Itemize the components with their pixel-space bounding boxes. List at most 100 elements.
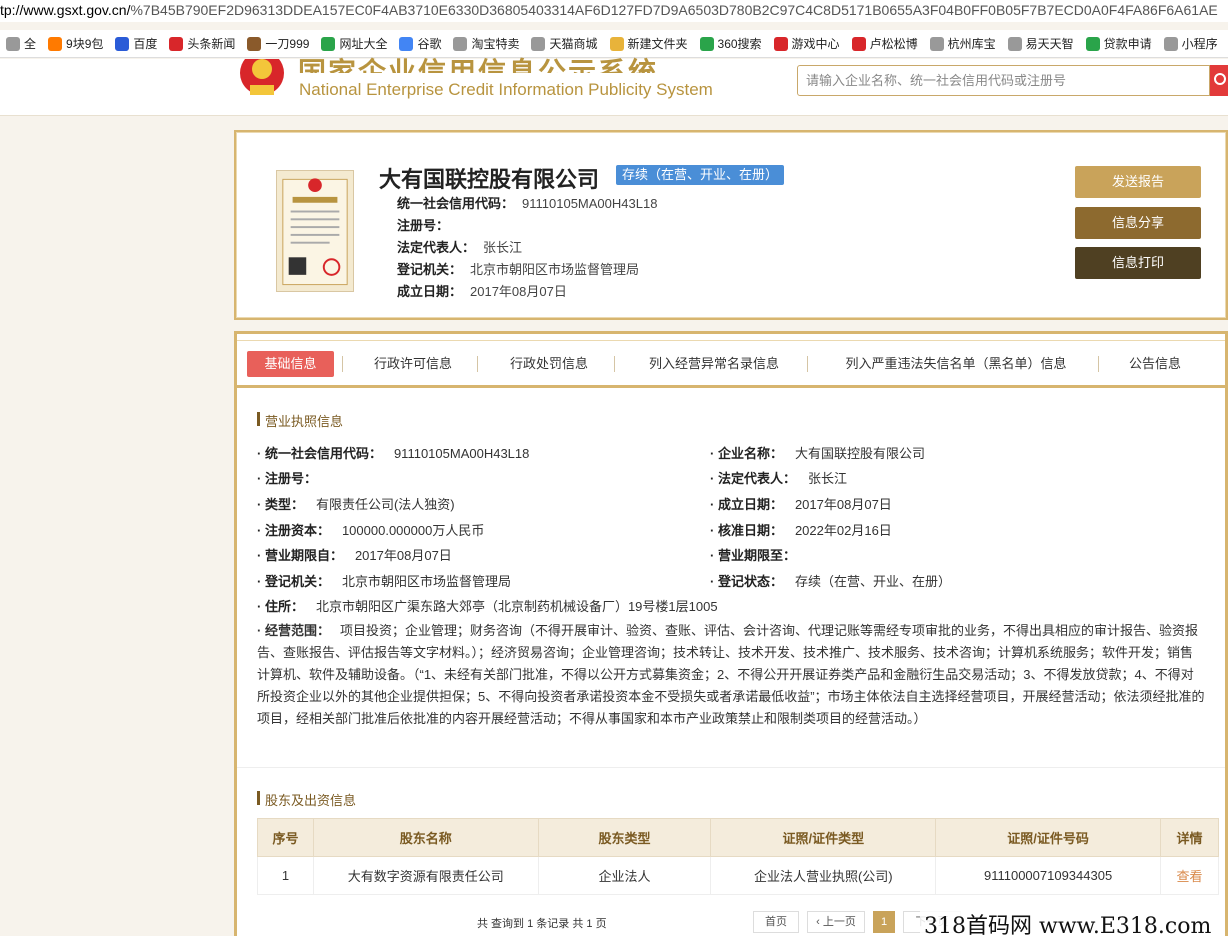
col-header-detail: 详情 <box>1160 818 1219 857</box>
bookmark-label: 游戏中心 <box>791 37 840 51</box>
bookmark-label: 网址大全 <box>339 37 388 51</box>
cell-cert-type: 企业法人营业执照(公司) <box>710 856 937 895</box>
bookmark-item[interactable]: 9块9包 <box>42 35 109 52</box>
license-field-label: · 注册资本： <box>257 523 330 538</box>
bookmark-item[interactable]: 贷款申请 <box>1080 35 1158 52</box>
tab-blacklist[interactable]: 列入严重违法失信名单（黑名单）信息 <box>822 351 1090 377</box>
bookmark-label: 天猫商城 <box>549 37 598 51</box>
license-field-label: · 营业期限至： <box>710 548 796 563</box>
col-header-cert-type: 证照/证件类型 <box>710 818 937 857</box>
license-field-value: 2017年08月07日 <box>354 548 452 563</box>
license-field-value: 张长江 <box>807 471 847 486</box>
license-field: · 注册号： <box>257 468 329 487</box>
view-detail-link[interactable]: 查看 <box>1160 856 1219 895</box>
company-info-row: 注册号： <box>397 215 457 234</box>
col-header-no: 序号 <box>257 818 314 857</box>
globe-icon <box>1163 36 1178 51</box>
search-button[interactable] <box>1210 65 1228 96</box>
license-field-value: 91110105MA00H43L18 <box>393 446 530 461</box>
license-field: · 登记机关： 北京市朝阳区市场监督管理局 <box>257 571 511 590</box>
bookmark-item[interactable]: 一刀999 <box>241 35 315 52</box>
bookmark-item[interactable]: 杭州库宝 <box>924 35 1002 52</box>
tab-separator <box>807 356 808 372</box>
search-icon <box>699 36 714 51</box>
bookmark-label: 杭州库宝 <box>947 37 996 51</box>
license-field-value: 2022年02月16日 <box>794 523 892 538</box>
bookmark-item[interactable]: 天猫商城 <box>525 35 603 52</box>
bookmark-item[interactable]: 小程序 <box>1158 35 1224 52</box>
company-name: 大有国联控股有限公司 <box>379 167 600 192</box>
bookmark-item[interactable]: 360搜索 <box>694 35 768 52</box>
company-info-value: 2017年08月07日 <box>470 284 567 299</box>
site-title-en: National Enterprise Credit Information P… <box>299 80 713 99</box>
tab-separator <box>1098 356 1099 372</box>
license-section-title: 营业执照信息 <box>257 411 343 430</box>
field-address-value: 北京市朝阳区广渠东路大郊亭（北京制药机械设备厂）19号楼1层1005 <box>315 599 718 614</box>
bookmark-item[interactable]: 百度 <box>109 35 163 52</box>
national-emblem-icon <box>240 59 284 95</box>
company-info-row: 统一社会信用代码： 91110105MA00H43L18 <box>397 193 657 212</box>
tab-basic-info[interactable]: 基础信息 <box>247 351 334 377</box>
license-field: · 营业期限自： 2017年08月07日 <box>257 545 452 564</box>
send-report-button[interactable]: 发送报告 <box>1075 166 1201 198</box>
bookmark-label: 易天天智 <box>1025 37 1074 51</box>
company-info-value: 91110105MA00H43L18 <box>522 196 658 211</box>
print-info-button[interactable]: 信息打印 <box>1075 247 1201 279</box>
bookmark-label: 新建文件夹 <box>627 37 688 51</box>
baidu-icon <box>115 36 130 51</box>
bookmark-label: 小程序 <box>1181 37 1218 51</box>
license-field: · 登记状态： 存续（在营、开业、在册） <box>710 571 951 590</box>
bookmark-item[interactable]: 全 <box>0 35 42 52</box>
license-field-value: 100000.000000万人民币 <box>341 523 485 538</box>
current-page-button[interactable]: 1 <box>873 911 895 933</box>
license-field: · 类型： 有限责任公司(法人独资) <box>257 494 455 513</box>
bookmark-label: 全 <box>24 37 37 51</box>
license-field: · 营业期限至： <box>710 545 808 564</box>
tab-admin-license[interactable]: 行政许可信息 <box>358 351 468 377</box>
bookmark-item[interactable]: 头条新闻 <box>163 35 241 52</box>
google-icon <box>399 36 414 51</box>
license-field: · 法定代表人： 张长江 <box>710 468 847 487</box>
company-info-row: 法定代表人： 张长江 <box>397 237 522 256</box>
bookmark-item[interactable]: 新建文件夹 <box>604 35 694 52</box>
prev-page-button[interactable]: ‹ 上一页 <box>807 911 865 933</box>
tab-abnormal-list[interactable]: 列入经营异常名录信息 <box>630 351 798 377</box>
tab-admin-penalty[interactable]: 行政处罚信息 <box>494 351 604 377</box>
company-info-value: 北京市朝阳区市场监督管理局 <box>470 262 640 277</box>
bookmark-item[interactable]: 易天天智 <box>1002 35 1080 52</box>
business-license-icon <box>276 170 354 292</box>
license-field-label: · 成立日期： <box>710 497 783 512</box>
bookmark-item[interactable]: 网址大全 <box>315 35 393 52</box>
bookmark-item[interactable]: 游戏中心 <box>768 35 846 52</box>
game-icon <box>247 36 262 51</box>
bookmark-label: 一刀999 <box>265 37 310 51</box>
company-info-label: 成立日期： <box>397 284 463 299</box>
company-info-label: 注册号： <box>397 218 450 233</box>
license-field-label: · 统一社会信用代码： <box>257 446 382 461</box>
site-title-cn: 国家企业信用信息公示系统 <box>298 56 659 73</box>
tab-separator <box>342 356 343 372</box>
first-page-button[interactable]: 首页 <box>753 911 799 933</box>
bookmark-label: 谷歌 <box>417 37 442 51</box>
bookmark-item[interactable]: 淘宝特卖 <box>447 35 525 52</box>
license-field: · 统一社会信用代码： 91110105MA00H43L18 <box>257 443 529 462</box>
share-info-button[interactable]: 信息分享 <box>1075 207 1201 239</box>
shareholders-section-title: 股东及出资信息 <box>257 790 356 809</box>
globe-icon <box>6 36 20 51</box>
bookmark-label: 头条新闻 <box>187 37 236 51</box>
bookmark-item[interactable]: 卢松松博 <box>846 35 924 52</box>
tab-announcements[interactable]: 公告信息 <box>1112 351 1198 377</box>
address-bar[interactable]: tp://www.gsxt.gov.cn/%7B45B790EF2D96313D… <box>0 0 1228 22</box>
bookmark-label: 百度 <box>133 37 158 51</box>
shield-icon <box>321 36 336 51</box>
bookmark-item[interactable]: 谷歌 <box>393 35 447 52</box>
globe-icon <box>929 36 944 51</box>
globe-icon <box>453 36 468 51</box>
shareholders-table: 序号 股东名称 股东类型 证照/证件类型 证照/证件号码 详情 1 大有数字资源… <box>257 818 1219 895</box>
cell-name: 大有数字资源有限责任公司 <box>312 856 539 895</box>
search-input[interactable]: 请输入企业名称、统一社会信用代码或注册号 <box>797 65 1210 96</box>
license-field-label: · 注册号： <box>257 471 317 486</box>
bookmark-label: 贷款申请 <box>1103 37 1152 51</box>
tab-separator <box>614 356 615 372</box>
license-field-value: 有限责任公司(法人独资) <box>315 497 455 512</box>
